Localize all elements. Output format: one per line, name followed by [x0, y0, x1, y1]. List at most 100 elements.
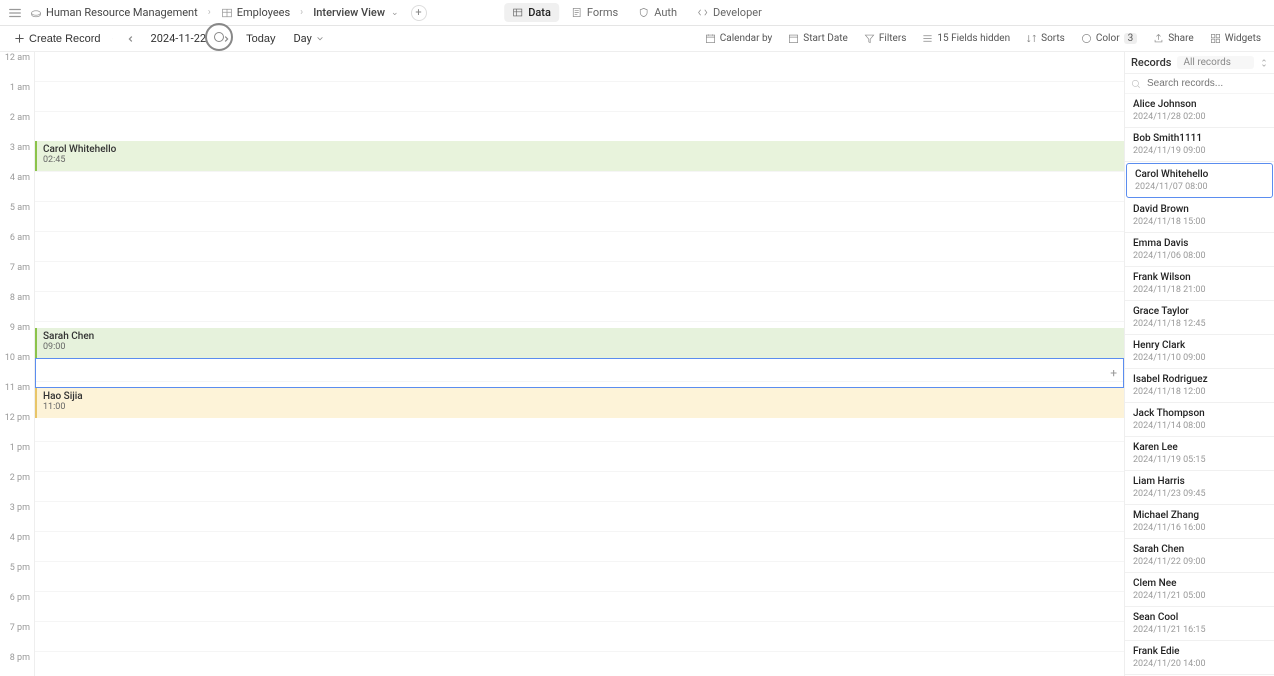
time-label: 12 pm [5, 413, 30, 423]
hour-row[interactable] [35, 592, 1124, 622]
record-name: Bob Smith1111 [1133, 133, 1266, 144]
record-item[interactable]: Karen Lee2024/11/19 05:15 [1125, 437, 1274, 471]
hour-row[interactable] [35, 652, 1124, 676]
color-label: Color [1096, 33, 1120, 44]
developer-icon [697, 7, 709, 19]
record-date: 2024/11/28 02:00 [1133, 112, 1266, 122]
record-name: Henry Clark [1133, 340, 1266, 351]
today-label: Today [246, 33, 275, 45]
share-button[interactable]: Share [1148, 30, 1198, 47]
record-date: 2024/11/19 09:00 [1133, 146, 1266, 156]
time-label: 8 am [10, 293, 30, 303]
records-sort-icon[interactable] [1260, 58, 1268, 68]
time-label: 8 pm [10, 653, 30, 663]
record-item[interactable]: Michael Zhang2024/11/16 16:00 [1125, 505, 1274, 539]
start-date-button[interactable]: Start Date [783, 30, 853, 47]
record-item[interactable]: Liam Harris2024/11/23 09:45 [1125, 471, 1274, 505]
record-date: 2024/11/18 15:00 [1133, 217, 1266, 227]
add-event-icon[interactable]: + [1110, 366, 1117, 380]
start-date-label: Start Date [803, 33, 848, 44]
breadcrumb-base[interactable]: Human Resource Management [26, 4, 202, 21]
breadcrumb-sep: › [208, 7, 211, 18]
time-label: 4 pm [10, 533, 30, 543]
record-item[interactable]: Alice Johnson2024/11/28 02:00 [1125, 94, 1274, 128]
record-item[interactable]: Isabel Rodriguez2024/11/18 12:00 [1125, 369, 1274, 403]
record-item[interactable]: Grace Taylor2024/11/18 12:45 [1125, 301, 1274, 335]
hour-row[interactable] [35, 442, 1124, 472]
search-icon [1131, 79, 1141, 89]
records-filter[interactable]: All records [1177, 56, 1254, 69]
record-name: Jack Thompson [1133, 408, 1266, 419]
hour-row[interactable] [35, 112, 1124, 142]
calendar-event[interactable]: Sarah Chen09:00 [35, 328, 1124, 358]
record-item[interactable]: Henry Clark2024/11/10 09:00 [1125, 335, 1274, 369]
hour-row[interactable] [35, 622, 1124, 652]
create-record-button[interactable]: Create Record [8, 30, 107, 48]
time-label: 1 am [10, 83, 30, 93]
tab-developer[interactable]: Developer [689, 3, 770, 22]
hour-row[interactable] [35, 502, 1124, 532]
sorts-button[interactable]: Sorts [1021, 30, 1070, 47]
time-label: 4 am [10, 173, 30, 183]
current-date[interactable]: 2024-11-22 [145, 29, 213, 48]
breadcrumb-view[interactable]: Interview View ⌄ [309, 4, 402, 21]
record-item[interactable]: Sean Cool2024/11/21 16:15 [1125, 607, 1274, 641]
view-mode-select[interactable]: Day [287, 29, 329, 48]
color-button[interactable]: Color 3 [1076, 30, 1142, 47]
time-label: 7 am [10, 263, 30, 273]
sorts-label: Sorts [1041, 33, 1065, 44]
breadcrumb-table[interactable]: Employees [217, 4, 294, 21]
hour-row[interactable] [35, 562, 1124, 592]
record-date: 2024/11/18 21:00 [1133, 285, 1266, 295]
tab-label: Data [528, 6, 551, 19]
record-item[interactable]: Carol Whitehello2024/11/07 08:00 [1126, 163, 1273, 198]
hour-row[interactable] [35, 172, 1124, 202]
hour-row[interactable] [35, 532, 1124, 562]
tab-auth[interactable]: Auth [630, 3, 685, 22]
fields-hidden-button[interactable]: 15 Fields hidden [917, 30, 1015, 47]
add-view-button[interactable]: + [411, 5, 427, 21]
create-record-dropdown[interactable] [107, 32, 117, 46]
today-button[interactable]: Today [240, 30, 281, 48]
selected-time-slot[interactable]: + [35, 358, 1124, 388]
tab-label: Auth [654, 6, 677, 19]
record-item[interactable]: Sarah Chen2024/11/22 09:00 [1125, 539, 1274, 573]
calendar-day-view[interactable]: 12 am1 am2 am3 am4 am5 am6 am7 am8 am9 a… [0, 52, 1124, 676]
record-item[interactable]: Frank Wilson2024/11/18 21:00 [1125, 267, 1274, 301]
breadcrumb-base-label: Human Resource Management [46, 6, 198, 19]
widgets-button[interactable]: Widgets [1205, 30, 1266, 47]
time-label: 3 am [10, 143, 30, 153]
tab-forms[interactable]: Forms [563, 3, 626, 22]
tab-data[interactable]: Data [504, 3, 559, 22]
breadcrumb-table-label: Employees [237, 6, 290, 19]
record-name: Sean Cool [1133, 612, 1266, 623]
time-label: 1 pm [10, 443, 30, 453]
record-item[interactable]: Frank Edie2024/11/20 14:00 [1125, 641, 1274, 675]
hour-row[interactable] [35, 202, 1124, 232]
record-date: 2024/11/23 09:45 [1133, 489, 1266, 499]
calendar-event[interactable]: Hao Sijia11:00 [35, 388, 1124, 418]
prev-button[interactable] [123, 31, 139, 47]
hour-row[interactable] [35, 472, 1124, 502]
record-date: 2024/11/06 08:00 [1133, 251, 1266, 261]
search-input[interactable] [1145, 76, 1274, 91]
hour-row[interactable] [35, 232, 1124, 262]
record-item[interactable]: Jack Thompson2024/11/14 08:00 [1125, 403, 1274, 437]
calendar-by-button[interactable]: Calendar by [700, 30, 777, 47]
hour-row[interactable] [35, 82, 1124, 112]
record-item[interactable]: David Brown2024/11/18 15:00 [1125, 199, 1274, 233]
tab-label: Developer [713, 6, 762, 19]
time-label: 6 am [10, 233, 30, 243]
record-item[interactable]: Emma Davis2024/11/06 08:00 [1125, 233, 1274, 267]
record-name: Karen Lee [1133, 442, 1266, 453]
hour-row[interactable] [35, 262, 1124, 292]
record-date: 2024/11/22 09:00 [1133, 557, 1266, 567]
record-item[interactable]: Clem Nee2024/11/21 05:00 [1125, 573, 1274, 607]
calendar-event[interactable]: Carol Whitehello02:45 [35, 141, 1124, 171]
hour-row[interactable] [35, 52, 1124, 82]
next-button[interactable] [218, 31, 234, 47]
hour-row[interactable] [35, 292, 1124, 322]
menu-icon[interactable] [8, 6, 22, 20]
record-item[interactable]: Bob Smith1111 2024/11/19 09:00 [1125, 128, 1274, 162]
filters-button[interactable]: Filters [859, 30, 912, 47]
